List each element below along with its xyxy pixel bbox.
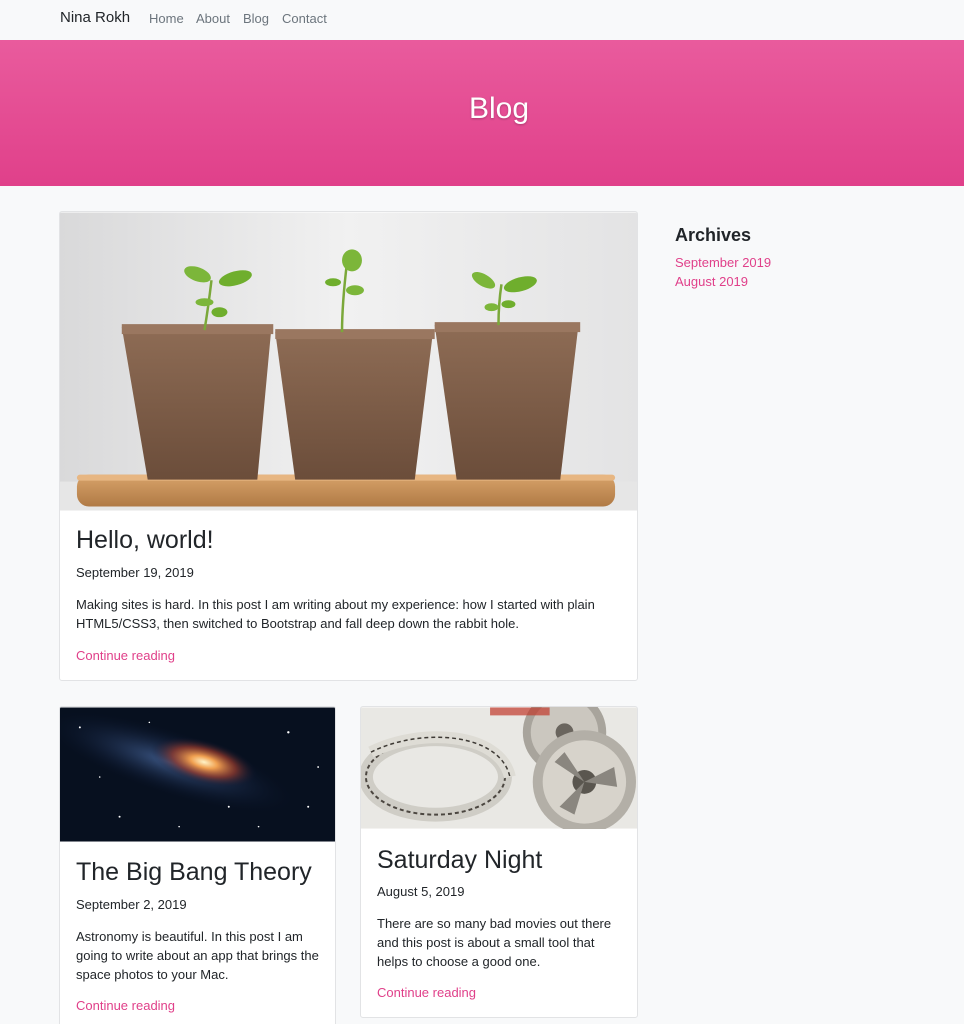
milky-way-galaxy-image bbox=[60, 707, 335, 842]
post-excerpt: Astronomy is beautiful. In this post I a… bbox=[76, 929, 319, 982]
archive-link-september-2019[interactable]: September 2019 bbox=[675, 255, 771, 270]
nav-about-link[interactable]: About bbox=[196, 11, 230, 26]
nav-home-link[interactable]: Home bbox=[149, 11, 184, 26]
continue-reading-link[interactable]: Continue reading bbox=[377, 985, 476, 1000]
top-navbar: Nina Rokh Home About Blog Contact bbox=[0, 0, 964, 40]
hero-banner: Blog bbox=[0, 40, 964, 186]
post-excerpt: Making sites is hard. In this post I am … bbox=[76, 597, 595, 631]
post-card-featured: Hello, world! September 19, 2019 Making … bbox=[59, 211, 638, 681]
post-date: September 19, 2019 bbox=[76, 565, 194, 580]
continue-reading-link[interactable]: Continue reading bbox=[76, 648, 175, 663]
post-date: August 5, 2019 bbox=[377, 884, 465, 899]
post-card: The Big Bang Theory September 2, 2019 As… bbox=[59, 706, 336, 1024]
post-date: September 2, 2019 bbox=[76, 897, 187, 912]
film-reels-image bbox=[361, 707, 637, 829]
archive-link-august-2019[interactable]: August 2019 bbox=[675, 274, 748, 289]
post-title[interactable]: Hello, world! bbox=[76, 526, 214, 555]
post-excerpt: There are so many bad movies out there a… bbox=[377, 916, 612, 969]
continue-reading-link[interactable]: Continue reading bbox=[76, 998, 175, 1013]
nav-contact-link[interactable]: Contact bbox=[282, 11, 327, 26]
seedlings-in-peat-pots-image bbox=[60, 212, 637, 511]
post-card: Saturday Night August 5, 2019 There are … bbox=[360, 706, 638, 1018]
brand-link[interactable]: Nina Rokh bbox=[60, 9, 130, 26]
page-title: Blog bbox=[468, 92, 530, 125]
post-title[interactable]: The Big Bang Theory bbox=[76, 858, 312, 887]
archives-heading: Archives bbox=[675, 225, 752, 245]
post-title[interactable]: Saturday Night bbox=[377, 846, 542, 875]
nav-blog-link[interactable]: Blog bbox=[243, 11, 269, 26]
